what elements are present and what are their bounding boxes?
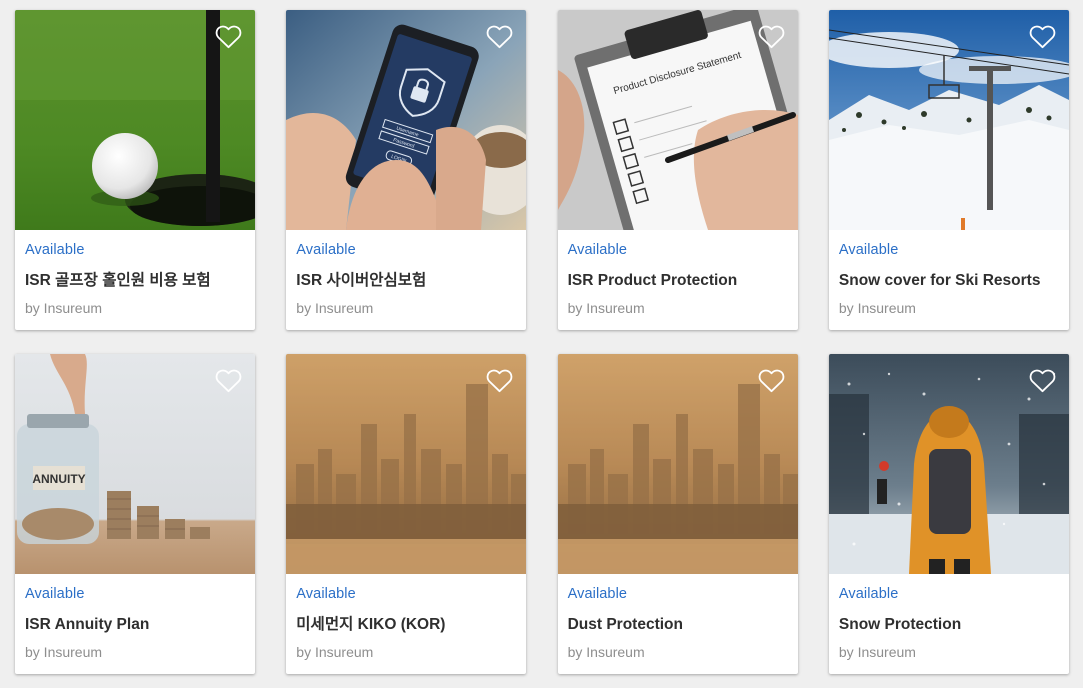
product-title[interactable]: ISR Annuity Plan [25,615,245,635]
favorite-heart-icon[interactable] [758,24,785,49]
product-card[interactable]: Available Dust Protection by Insureum [557,354,798,674]
jar-label-text: ANNUITY [32,472,85,486]
product-provider: by Insureum [838,644,916,660]
product-card[interactable]: Available 미세먼지 KIKO (KOR) by Insureum [286,354,527,674]
availability-status: Available [25,242,85,258]
product-grid: Available ISR 골프장 홀인원 비용 보험 by Insureum [15,10,1069,674]
availability-status: Available [296,586,356,602]
product-title[interactable]: ISR 골프장 홀인원 비용 보험 [25,271,245,291]
product-title[interactable]: 미세먼지 KIKO (KOR) [296,615,516,635]
favorite-heart-icon[interactable] [1029,24,1056,49]
product-image-product-protection: Product Disclosure Statement [557,10,798,230]
product-card[interactable]: Username Password LOGIN Available ISR 사이… [286,10,527,330]
product-image-dust-protection [557,354,798,574]
product-provider: by Insureum [567,644,645,660]
product-provider: by Insureum [567,300,645,316]
availability-status: Available [296,242,356,258]
product-image-annuity: ANNUITY [15,354,255,574]
product-card[interactable]: Available ISR 골프장 홀인원 비용 보험 by Insureum [15,10,255,330]
product-image-ski-resort [828,10,1069,230]
availability-status: Available [838,586,899,602]
availability-status: Available [25,586,85,602]
product-image-snow-protection [828,354,1069,574]
product-title[interactable]: Dust Protection [568,615,788,635]
product-provider: by Insureum [25,644,103,660]
product-card[interactable]: ANNUITY Available ISR Annuity Plan by In… [15,354,255,674]
availability-status: Available [567,586,628,602]
product-provider: by Insureum [296,300,374,316]
product-card[interactable]: Available Snow cover for Ski Resorts by … [828,10,1069,330]
product-image-cyber: Username Password LOGIN [286,10,527,230]
product-provider: by Insureum [296,644,374,660]
favorite-heart-icon[interactable] [486,368,513,393]
product-card[interactable]: Available Snow Protection by Insureum [828,354,1069,674]
product-title[interactable]: ISR 사이버안심보험 [296,271,516,291]
product-title[interactable]: ISR Product Protection [568,271,788,291]
product-title[interactable]: Snow Protection [839,615,1059,635]
favorite-heart-icon[interactable] [1029,368,1056,393]
product-provider: by Insureum [25,300,103,316]
product-card[interactable]: Product Disclosure Statement Available I… [557,10,798,330]
product-image-fine-dust [286,354,527,574]
favorite-heart-icon[interactable] [215,368,242,393]
favorite-heart-icon[interactable] [758,368,785,393]
favorite-heart-icon[interactable] [486,24,513,49]
product-provider: by Insureum [838,300,916,316]
availability-status: Available [567,242,628,258]
product-title[interactable]: Snow cover for Ski Resorts [839,271,1059,291]
favorite-heart-icon[interactable] [215,24,242,49]
product-image-golf [15,10,255,230]
availability-status: Available [838,242,899,258]
